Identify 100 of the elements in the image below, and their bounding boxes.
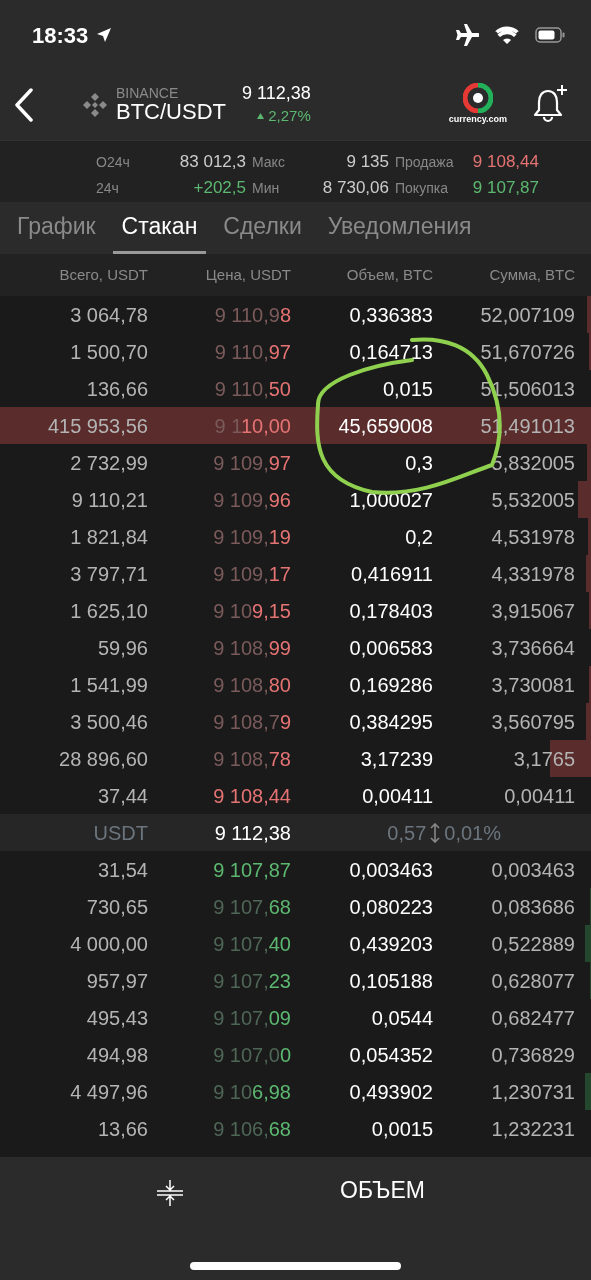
volume-cell-text: 0,00411: [361, 783, 433, 809]
tab[interactable]: Уведомления: [318, 202, 481, 254]
spread-currency: USDT: [92, 820, 148, 846]
stat-label: Покупка: [395, 178, 448, 198]
total-cell-text: 957,97: [85, 968, 148, 994]
sum-cell-text: 4,331978: [490, 561, 575, 587]
total-cell-text: 1 821,84: [69, 524, 148, 550]
volume-cell-text: 45,659008: [337, 413, 433, 439]
total-cell-text: 730,65: [85, 894, 148, 920]
volume-mode-button[interactable]: ОБЪЕМ: [340, 1173, 425, 1208]
column-header: Сумма, BTC: [488, 264, 575, 285]
stat-label: Макс: [252, 153, 285, 172]
brand-name: currency.com: [448, 113, 507, 127]
total-cell-text: 1 500,70: [69, 339, 148, 365]
total-cell-text: 13,66: [96, 1116, 148, 1142]
total-cell-text: 494,98: [85, 1042, 148, 1068]
column-header: Объем, BTC: [345, 264, 433, 285]
stat-label: 24ч: [96, 178, 119, 198]
sum-cell-text: 3,1765: [512, 746, 575, 772]
total-cell-text: 495,43: [85, 1005, 148, 1031]
back-button[interactable]: [14, 88, 34, 122]
up-down-arrow-icon: [430, 822, 441, 843]
total-cell-text: 136,66: [85, 376, 148, 402]
price-cell-text: 9 110,50: [213, 376, 291, 402]
volume-cell-text: 0,105188: [348, 968, 433, 994]
diamond-logo-icon: [82, 92, 108, 118]
price-cell-text: 9 107,68: [212, 894, 291, 920]
price-cell-text: 9 108,79: [212, 709, 291, 735]
volume-cell-text: 0,384295: [348, 709, 433, 735]
volume-cell-text: 3,17239: [359, 746, 433, 772]
price-cell-text: 9 109,19: [212, 524, 291, 550]
sum-cell-text: 0,522889: [490, 931, 575, 957]
price-cell-text: 9 109,15: [212, 598, 291, 624]
price-cell-text: 9 109,97: [212, 450, 291, 476]
stat-label: О24ч: [96, 153, 130, 172]
total-cell-text: 1 625,10: [69, 598, 148, 624]
volume-cell-text: 1,000027: [348, 487, 433, 513]
price-cell-text: 9 110,97: [213, 339, 291, 365]
sum-cell-text: 1,230731: [490, 1079, 575, 1105]
sum-cell-text: 3,915067: [490, 598, 575, 624]
spread-percent: 0,01%: [444, 820, 501, 846]
tab[interactable]: Сделки: [214, 202, 311, 254]
volume-cell-text: 0,178403: [348, 598, 433, 624]
price-cell-text: 9 108,78: [212, 746, 291, 772]
total-cell-text: 31,54: [96, 857, 148, 883]
sum-cell-text: 0,736829: [490, 1042, 575, 1068]
sum-cell-text: 3,560795: [490, 709, 575, 735]
total-cell-text: 9 110,21: [70, 487, 148, 513]
wifi-icon: [495, 26, 519, 44]
sum-cell-text: 0,628077: [490, 968, 575, 994]
stat-value: +202,5: [193, 176, 246, 199]
total-cell-text: 59,96: [96, 635, 148, 661]
spread-value: 0,57: [387, 820, 427, 846]
last-price: 9 112,38: [242, 82, 311, 105]
price-cell-text: 9 108,80: [212, 672, 291, 698]
volume-cell-text: 0,0544: [370, 1005, 433, 1031]
collapse-button[interactable]: [156, 1179, 184, 1207]
stat-value: 9 135: [346, 151, 389, 173]
volume-cell-text: 0,2: [404, 524, 433, 550]
volume-cell-text: 0,003463: [348, 857, 433, 883]
sum-cell-text: 51,670726: [479, 339, 575, 365]
total-cell-text: 3 500,46: [69, 709, 148, 735]
total-cell-text: 415 953,56: [46, 413, 148, 439]
total-cell-text: 2 732,99: [69, 450, 148, 476]
total-cell-text: 4 000,00: [69, 931, 148, 957]
airplane-icon: [453, 24, 479, 46]
price-cell-text: 9 107,23: [212, 968, 291, 994]
volume-cell-text: 0,006583: [348, 635, 433, 661]
price-cell-text: 9 107,00: [212, 1042, 291, 1068]
volume-cell-text: 0,164713: [348, 339, 433, 365]
brand-logo-icon: [462, 83, 493, 114]
sum-cell-text: 3,736664: [490, 635, 575, 661]
sum-cell-text: 52,007109: [479, 302, 575, 328]
location-arrow-icon: [96, 27, 113, 43]
price-cell-text: 9 107,40: [212, 931, 291, 957]
sum-cell-text: 3,730081: [490, 672, 575, 698]
tab[interactable]: График: [8, 202, 105, 254]
stat-value: 9 108,44: [472, 151, 539, 173]
price-cell-text: 9 108,44: [212, 783, 291, 809]
price-cell-text: 9 106,68: [212, 1116, 291, 1142]
column-header: Всего, USDT: [58, 264, 148, 285]
volume-cell-text: 0,493902: [348, 1079, 433, 1105]
volume-cell-text: 0,169286: [348, 672, 433, 698]
price-cell-text: 9 110,98: [213, 302, 291, 328]
total-cell-text: 3 064,78: [69, 302, 148, 328]
battery-icon: [535, 27, 565, 43]
exchange-name: BINANCE: [116, 85, 180, 100]
total-cell-text: 37,44: [96, 783, 148, 809]
price-cell-text: 9 109,96: [212, 487, 291, 513]
pair-name: BTC/USDT: [116, 99, 226, 125]
sum-cell-text: 4,531978: [490, 524, 575, 550]
sum-cell-text: 0,682477: [490, 1005, 575, 1031]
volume-cell-text: 0,054352: [348, 1042, 433, 1068]
clock-time: 18:33: [32, 21, 89, 50]
stat-value: 8 730,06: [322, 176, 389, 199]
volume-cell-text: 0,080223: [348, 894, 433, 920]
volume-cell-text: 0,439203: [348, 931, 433, 957]
volume-cell-text: 0,416911: [350, 561, 433, 587]
total-cell-text: 1 541,99: [69, 672, 148, 698]
sum-cell-text: 5,532005: [490, 487, 575, 513]
